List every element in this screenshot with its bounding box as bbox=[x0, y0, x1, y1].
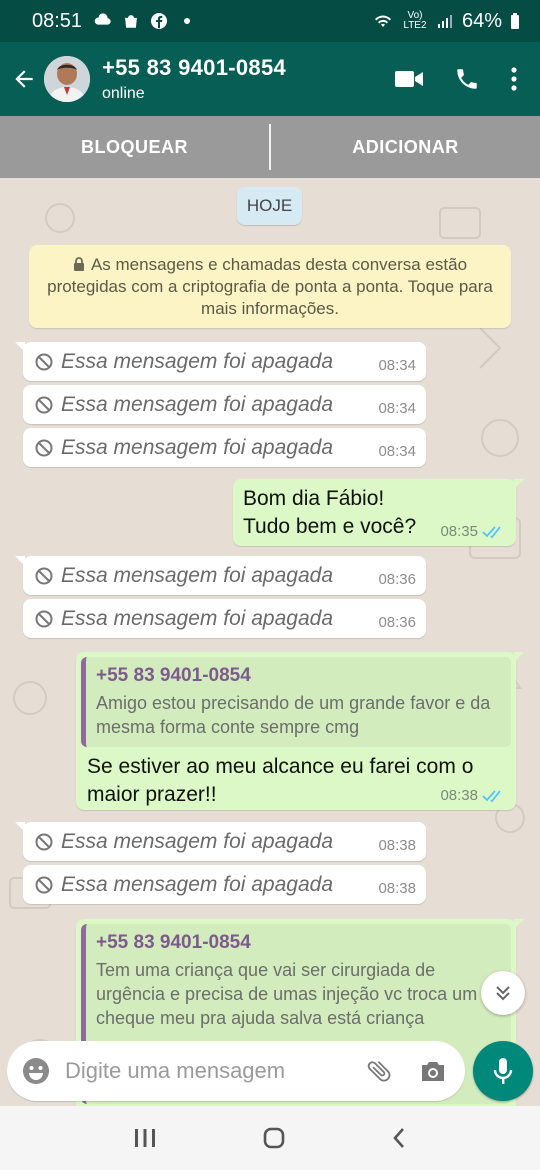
quoted-sender: +55 83 9401-0854 bbox=[96, 932, 251, 953]
deleted-message[interactable]: Essa mensagem foi apagada 08:36 bbox=[23, 599, 426, 638]
lock-icon bbox=[73, 256, 84, 271]
contact-photo bbox=[44, 56, 90, 102]
wifi-icon bbox=[374, 15, 391, 27]
blocked-icon bbox=[35, 439, 53, 456]
more-options-icon[interactable] bbox=[510, 66, 518, 92]
deleted-message-text: Essa mensagem foi apagada bbox=[61, 606, 334, 630]
voice-message-button[interactable] bbox=[473, 1041, 533, 1101]
back-nav-icon[interactable] bbox=[391, 1126, 407, 1150]
notification-dot bbox=[184, 18, 191, 24]
quoted-text: Tem uma criança que vai ser cirurgiada d… bbox=[96, 960, 478, 1028]
contact-status: online bbox=[102, 85, 145, 102]
read-ticks-icon bbox=[482, 525, 501, 538]
attachment-icon[interactable] bbox=[365, 1057, 393, 1085]
message-time: 08:34 bbox=[378, 400, 416, 417]
read-ticks-icon bbox=[482, 789, 501, 802]
chat-header: +55 83 9401-0854 online bbox=[0, 42, 540, 116]
arrow-left-icon bbox=[15, 70, 33, 88]
deleted-message-text: Essa mensagem foi apagada bbox=[61, 349, 334, 373]
status-time: 08:51 bbox=[32, 9, 83, 32]
unknown-contact-bar: BLOQUEAR ADICIONAR bbox=[0, 116, 540, 178]
back-button[interactable] bbox=[4, 42, 44, 116]
blocked-icon bbox=[35, 833, 53, 850]
status-bar: 08:51 Vo) LTE2 64% bbox=[0, 0, 540, 42]
blocked-icon bbox=[35, 353, 53, 370]
message-composer: Digite uma mensagem bbox=[7, 1041, 465, 1101]
deleted-message[interactable]: Essa mensagem foi apagada 08:34 bbox=[23, 428, 426, 467]
encryption-notice[interactable]: As mensagens e chamadas desta conversa e… bbox=[29, 245, 511, 328]
message-time: 08:34 bbox=[378, 357, 416, 374]
deleted-message-text: Essa mensagem foi apagada bbox=[61, 563, 334, 587]
signal-icon bbox=[437, 15, 452, 28]
message-time: 08:38 bbox=[378, 880, 416, 897]
message-input[interactable]: Digite uma mensagem bbox=[65, 1058, 365, 1084]
battery-icon bbox=[511, 13, 519, 29]
deleted-message-text: Essa mensagem foi apagada bbox=[61, 435, 334, 459]
message-list[interactable]: HOJE As mensagens e chamadas desta conve… bbox=[0, 178, 540, 1106]
message-text: Se estiver ao meu alcance eu farei com o… bbox=[87, 755, 474, 806]
message-time: 08:38 bbox=[440, 787, 478, 804]
video-call-icon[interactable] bbox=[394, 67, 424, 91]
deleted-message[interactable]: Essa mensagem foi apagada 08:38 bbox=[15, 822, 426, 861]
add-contact-button[interactable]: ADICIONAR bbox=[271, 116, 540, 178]
blocked-icon bbox=[35, 567, 53, 584]
emoji-icon[interactable] bbox=[21, 1056, 51, 1086]
contact-info[interactable]: +55 83 9401-0854 online bbox=[102, 55, 286, 103]
home-icon[interactable] bbox=[262, 1126, 286, 1150]
battery-percent: 64% bbox=[461, 9, 502, 32]
network-label: Vo) LTE2 bbox=[403, 10, 427, 31]
deleted-message[interactable]: Essa mensagem foi apagada 08:36 bbox=[15, 556, 426, 595]
encryption-notice-text: As mensagens e chamadas desta conversa e… bbox=[47, 254, 493, 318]
deleted-message[interactable]: Essa mensagem foi apagada 08:34 bbox=[15, 342, 426, 381]
quoted-message[interactable]: +55 83 9401-0854 Amigo estou precisando … bbox=[81, 657, 511, 747]
message-time: 08:36 bbox=[378, 571, 416, 588]
blocked-icon bbox=[35, 876, 53, 893]
double-chevron-down-icon bbox=[496, 986, 510, 1001]
quoted-sender: +55 83 9401-0854 bbox=[96, 665, 251, 686]
outgoing-reply-message[interactable]: +55 83 9401-0854 Amigo estou precisando … bbox=[76, 652, 524, 810]
system-navigation-bar bbox=[0, 1106, 540, 1170]
encryption-notice-content: As mensagens e chamadas desta conversa e… bbox=[39, 254, 501, 320]
message-line: Bom dia Fábio! bbox=[243, 487, 385, 510]
contact-name: +55 83 9401-0854 bbox=[102, 55, 287, 80]
facebook-icon bbox=[151, 13, 168, 29]
cloud-notification-icon bbox=[94, 13, 111, 25]
message-time: 08:34 bbox=[378, 443, 416, 460]
blocked-icon bbox=[35, 610, 53, 627]
outgoing-message[interactable]: Bom dia Fábio! Tudo bem e você? 08:35 bbox=[233, 479, 524, 546]
message-time: 08:35 bbox=[440, 523, 478, 540]
recent-apps-icon[interactable] bbox=[133, 1127, 157, 1149]
block-button[interactable]: BLOQUEAR bbox=[0, 116, 269, 178]
microphone-icon bbox=[493, 1058, 513, 1084]
deleted-message[interactable]: Essa mensagem foi apagada 08:34 bbox=[23, 385, 426, 424]
deleted-message-text: Essa mensagem foi apagada bbox=[61, 392, 334, 416]
shopping-bag-icon bbox=[125, 15, 137, 28]
phone-icon[interactable] bbox=[454, 66, 480, 92]
deleted-message-text: Essa mensagem foi apagada bbox=[61, 872, 334, 896]
camera-icon[interactable] bbox=[419, 1058, 447, 1084]
quoted-text: Amigo estou precisando de um grande favo… bbox=[96, 693, 491, 737]
message-time: 08:38 bbox=[378, 837, 416, 854]
message-time: 08:36 bbox=[378, 614, 416, 631]
scroll-to-bottom-button[interactable] bbox=[481, 971, 525, 1015]
date-chip: HOJE bbox=[237, 187, 302, 225]
deleted-message[interactable]: Essa mensagem foi apagada 08:38 bbox=[23, 865, 426, 904]
deleted-message-text: Essa mensagem foi apagada bbox=[61, 829, 334, 853]
avatar[interactable] bbox=[44, 56, 90, 102]
blocked-icon bbox=[35, 396, 53, 413]
